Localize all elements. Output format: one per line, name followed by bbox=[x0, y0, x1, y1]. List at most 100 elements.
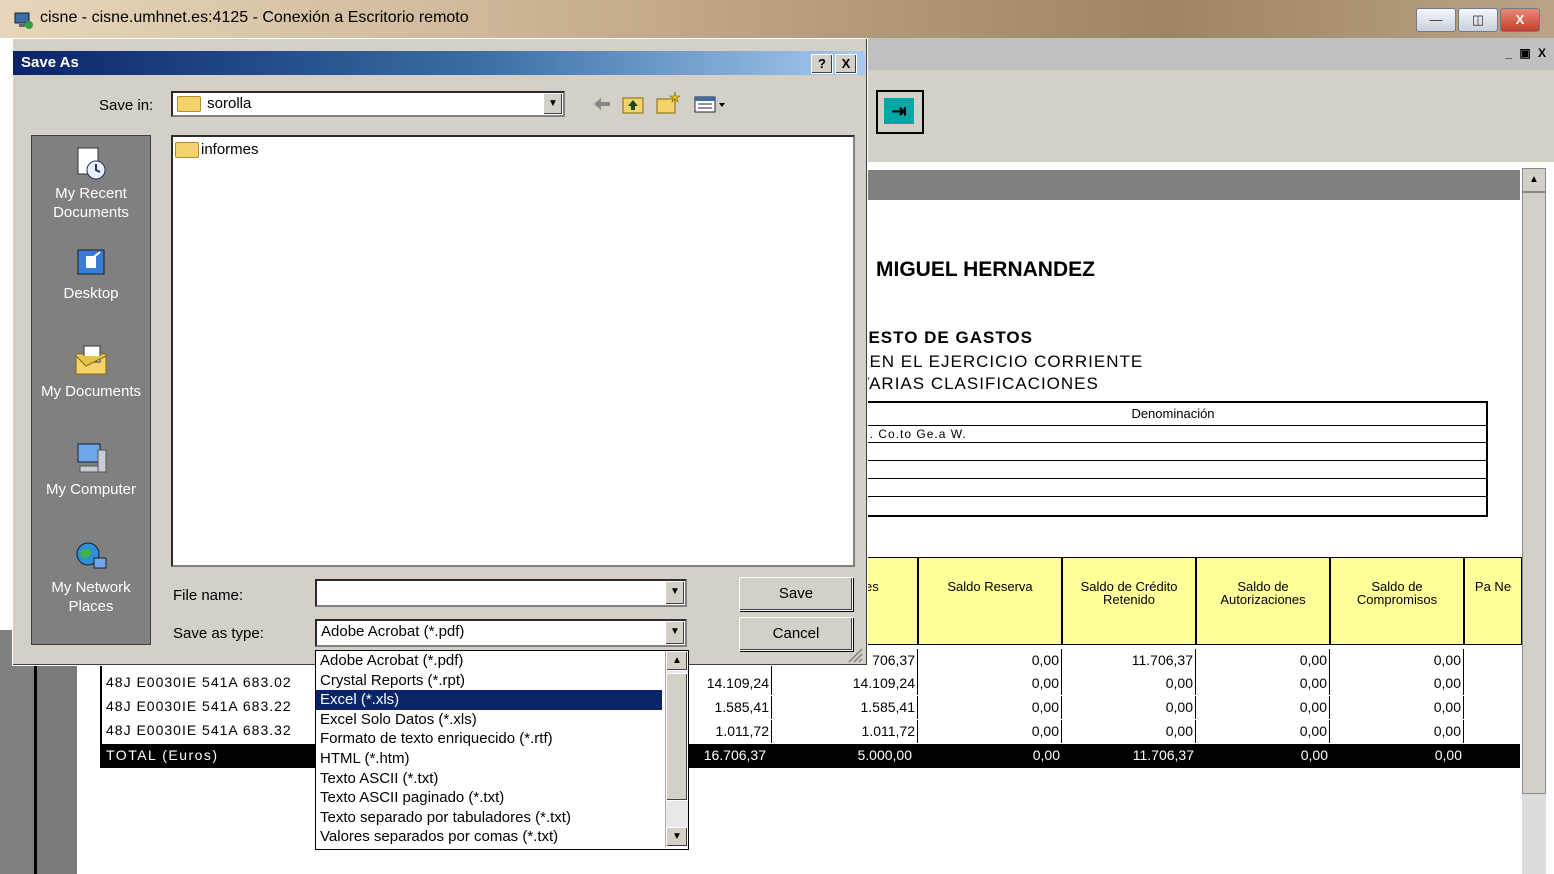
remote-desktop-titlebar: cisne - cisne.umhnet.es:4125 - Conexión … bbox=[0, 0, 1554, 38]
folder-icon bbox=[175, 142, 199, 159]
denominacion-row bbox=[860, 444, 1486, 461]
help-button[interactable]: ? bbox=[811, 54, 833, 74]
save-in-label: Save in: bbox=[99, 97, 154, 114]
mdi-window-controls[interactable]: _ ▣ X bbox=[1505, 46, 1548, 60]
dropdown-option[interactable]: Excel Solo Datos (*.xls) bbox=[316, 710, 662, 730]
table-cell: 0,00 bbox=[1062, 720, 1196, 743]
scroll-thumb[interactable] bbox=[1522, 192, 1546, 794]
dropdown-option[interactable]: Texto ASCII paginado (*.txt) bbox=[316, 788, 662, 808]
file-name-field[interactable]: ▼ bbox=[315, 579, 687, 607]
denominacion-header: Denominación bbox=[860, 403, 1486, 426]
my-computer-icon bbox=[77, 443, 107, 473]
row-code: 48J E0030IE 541A 683.22 bbox=[106, 698, 292, 714]
table-cell: 1.585,41 bbox=[686, 696, 772, 719]
remote-desktop-icon bbox=[14, 12, 33, 29]
chevron-down-icon[interactable]: ▼ bbox=[543, 93, 563, 115]
places-bar: My Recent Documents Desktop My Documents… bbox=[31, 135, 151, 645]
scroll-up-arrow-icon[interactable]: ▲ bbox=[666, 651, 688, 671]
file-name-label: File name: bbox=[173, 587, 244, 604]
table-cell: 0,00 bbox=[1330, 696, 1464, 719]
save-in-combo[interactable]: sorolla ▼ bbox=[171, 91, 565, 117]
network-places-icon bbox=[76, 542, 107, 569]
place-label: My Network Places bbox=[51, 579, 131, 615]
total-value: 5.000,00 bbox=[857, 747, 913, 763]
column-header: Saldo de Crédito Retenido bbox=[1062, 557, 1196, 645]
app-child-titlebar bbox=[860, 38, 1554, 70]
report-subtitle-2: ; EN EL EJERCICIO CORRIENTE bbox=[858, 352, 1144, 371]
column-header: Pa Ne bbox=[1464, 557, 1522, 645]
desktop-icon bbox=[77, 249, 105, 275]
table-cell: 11.706,37 bbox=[1062, 649, 1196, 672]
column-header: Saldo de Autorizaciones bbox=[1196, 557, 1330, 645]
report-title: MIGUEL HERNANDEZ bbox=[876, 258, 1095, 281]
dropdown-option[interactable]: Texto separado por tabuladores (*.txt) bbox=[316, 808, 662, 828]
table-cell: 0,00 bbox=[918, 672, 1062, 695]
place-label: My Computer bbox=[45, 481, 137, 498]
table-cell: 14.109,24 bbox=[774, 672, 918, 695]
chevron-down-icon[interactable]: ▼ bbox=[665, 621, 685, 645]
table-cell: 0,00 bbox=[1062, 696, 1196, 719]
up-one-level-icon[interactable] bbox=[621, 93, 645, 115]
view-menu-icon[interactable] bbox=[693, 95, 729, 115]
back-arrow-icon[interactable] bbox=[591, 95, 613, 113]
table-cell: 1.585,41 bbox=[774, 696, 918, 719]
place-label: My Documents bbox=[40, 383, 142, 400]
dialog-close-button[interactable]: X bbox=[835, 54, 857, 74]
exit-icon: ⇥ bbox=[884, 98, 914, 124]
cancel-button[interactable]: Cancel bbox=[739, 617, 853, 651]
dropdown-scroll-thumb[interactable] bbox=[666, 673, 688, 801]
place-my-documents[interactable]: My Documents bbox=[32, 342, 150, 401]
file-list[interactable]: informes bbox=[171, 135, 855, 567]
dropdown-option[interactable]: Valores separados por comas (*.txt) bbox=[316, 827, 662, 847]
table-cell: 0,00 bbox=[1196, 720, 1330, 743]
dialog-title: Save As bbox=[21, 54, 79, 71]
exit-button[interactable]: ⇥ bbox=[876, 90, 924, 134]
dropdown-option[interactable]: HTML (*.htm) bbox=[316, 749, 662, 769]
dropdown-option[interactable]: Adobe Acrobat (*.pdf) bbox=[316, 651, 662, 671]
list-item[interactable]: informes bbox=[175, 141, 259, 159]
table-cell: 0,00 bbox=[918, 649, 1062, 672]
denominacion-row: u. Co.to Ge.a W. bbox=[860, 426, 1486, 443]
denominacion-table: Denominación u. Co.to Ge.a W. bbox=[860, 401, 1488, 517]
place-my-computer[interactable]: My Computer bbox=[32, 440, 150, 499]
table-row: 48J E0030IE 541A 683.02 14.109,24 14.109,2… bbox=[100, 672, 1520, 695]
save-as-dialog: Save As ? X Save in: sorolla ▼ My Recent… bbox=[12, 38, 868, 666]
dropdown-option[interactable]: Formato de texto enriquecido (*.rtf) bbox=[316, 729, 662, 749]
report-vertical-scrollbar[interactable]: ▲ bbox=[1522, 168, 1546, 874]
table-cell: 0,00 bbox=[918, 696, 1062, 719]
save-as-type-select[interactable]: Adobe Acrobat (*.pdf) ▼ bbox=[315, 619, 687, 647]
close-button[interactable]: X bbox=[1500, 8, 1540, 32]
total-value: 0,00 bbox=[1300, 747, 1328, 763]
recent-documents-icon bbox=[77, 147, 106, 180]
place-network-places[interactable]: My Network Places bbox=[32, 538, 150, 616]
save-button[interactable]: Save bbox=[739, 577, 853, 611]
report-subtitle: JESTO DE GASTOS bbox=[858, 328, 1033, 347]
chevron-down-icon[interactable]: ▼ bbox=[665, 581, 685, 605]
scroll-down-arrow-icon[interactable]: ▼ bbox=[666, 827, 688, 847]
save-as-type-label: Save as type: bbox=[173, 625, 264, 642]
save-in-value: sorolla bbox=[207, 95, 252, 112]
dropdown-option[interactable]: Texto ASCII (*.txt) bbox=[316, 769, 662, 789]
dropdown-scrollbar[interactable]: ▲ ▼ bbox=[665, 651, 688, 847]
column-header: Saldo Reserva bbox=[918, 557, 1062, 645]
report-viewer-header bbox=[860, 170, 1520, 200]
place-desktop[interactable]: Desktop bbox=[32, 244, 150, 303]
my-documents-icon bbox=[75, 345, 107, 375]
minimize-button[interactable]: — bbox=[1416, 8, 1456, 32]
report-subtitle-3: VARIAS CLASIFICACIONES bbox=[858, 374, 1099, 393]
total-value: 0,00 bbox=[1032, 747, 1060, 763]
file-name: informes bbox=[201, 141, 259, 158]
dropdown-option[interactable]: Crystal Reports (*.rpt) bbox=[316, 671, 662, 691]
place-recent-documents[interactable]: My Recent Documents bbox=[32, 144, 150, 222]
scroll-up-arrow-icon[interactable]: ▲ bbox=[1522, 168, 1546, 192]
new-folder-icon[interactable] bbox=[655, 91, 681, 115]
total-value: 16.706,37 bbox=[703, 747, 766, 763]
dropdown-option[interactable]: Excel (*.xls) bbox=[316, 690, 662, 710]
resize-grip-icon[interactable] bbox=[847, 647, 863, 663]
save-as-type-dropdown-list[interactable]: Adobe Acrobat (*.pdf) Crystal Reports (*.… bbox=[315, 650, 689, 850]
restore-button[interactable]: ◫ bbox=[1458, 8, 1498, 32]
table-cell: 0,00 bbox=[1330, 720, 1464, 743]
dialog-titlebar: Save As ? X bbox=[13, 51, 865, 75]
total-row: TOTAL (Euros) 16.706,37 5.000,00 0,00 11… bbox=[100, 744, 1520, 768]
table-cell: 1.011,72 bbox=[774, 720, 918, 743]
